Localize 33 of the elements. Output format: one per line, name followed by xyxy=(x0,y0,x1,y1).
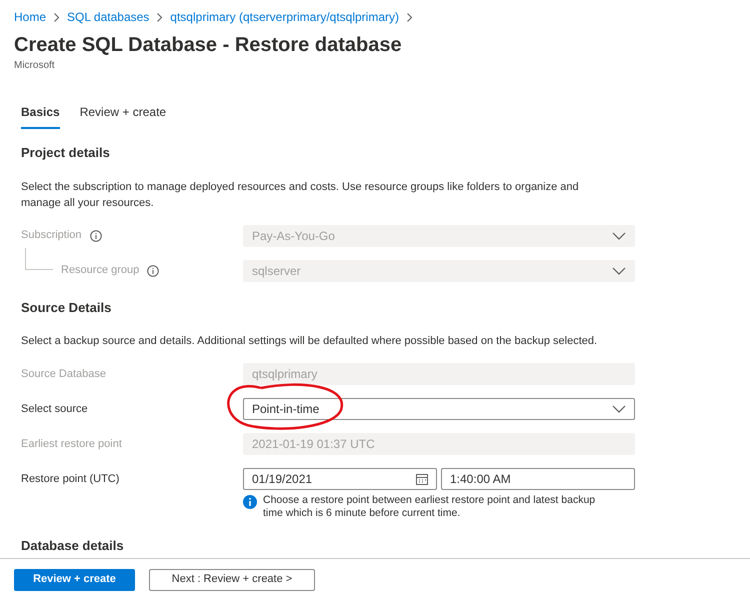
breadcrumb-link[interactable]: SQL databases xyxy=(67,8,150,26)
section-heading: Database details xyxy=(21,537,125,555)
field-label: Select source xyxy=(21,402,88,417)
section-description: Select a backup source and details. Additional settings will be defaulted where possible based on the backup selected. xyxy=(21,334,598,349)
info-icon xyxy=(243,495,257,509)
breadcrumb-link[interactable]: qtsqlprimary (qtserverprimary/qtsqlprimary) xyxy=(170,8,400,26)
calendar-icon xyxy=(416,474,428,484)
dropdown-field[interactable]: Point-in-time xyxy=(243,398,635,420)
chevron-right-icon xyxy=(407,12,412,22)
tree-connector xyxy=(25,248,53,270)
section-heading: Project details xyxy=(21,144,111,162)
publisher-text: Microsoft xyxy=(14,59,56,73)
field-label: Earliest restore point xyxy=(21,436,122,452)
field-label: Subscription xyxy=(21,228,82,244)
tab[interactable]: Basics xyxy=(21,103,60,129)
field-label: Resource group xyxy=(61,263,140,278)
chevron-down-icon xyxy=(612,232,626,240)
chevron-right-icon xyxy=(157,12,162,22)
chevron-down-icon xyxy=(612,405,626,413)
time-field[interactable]: 1:40:00 AM xyxy=(441,468,635,490)
tab[interactable]: Review + create xyxy=(80,103,166,129)
section-heading: Source Details xyxy=(21,298,112,316)
field-label: Restore point (UTC) xyxy=(21,472,120,487)
section-description: Select the subscription to manage deployed resources and costs. Use resource groups like folders to organize and manage all your resources. xyxy=(21,180,580,210)
page-title: Create SQL Database - Restore database xyxy=(14,33,403,58)
help-text: Choose a restore point between earliest restore point and latest backup time which is 6 minute before current time. xyxy=(263,494,596,520)
field-label: Source Database xyxy=(21,366,106,382)
chevron-down-icon xyxy=(612,266,626,274)
date-field[interactable]: 01/19/2021 xyxy=(243,468,437,490)
breadcrumb-link[interactable]: Home xyxy=(14,8,46,26)
next-button[interactable]: Next : Review + create > xyxy=(149,568,315,590)
chevron-right-icon xyxy=(54,12,60,22)
review-create-button[interactable]: Review + create xyxy=(14,568,135,590)
